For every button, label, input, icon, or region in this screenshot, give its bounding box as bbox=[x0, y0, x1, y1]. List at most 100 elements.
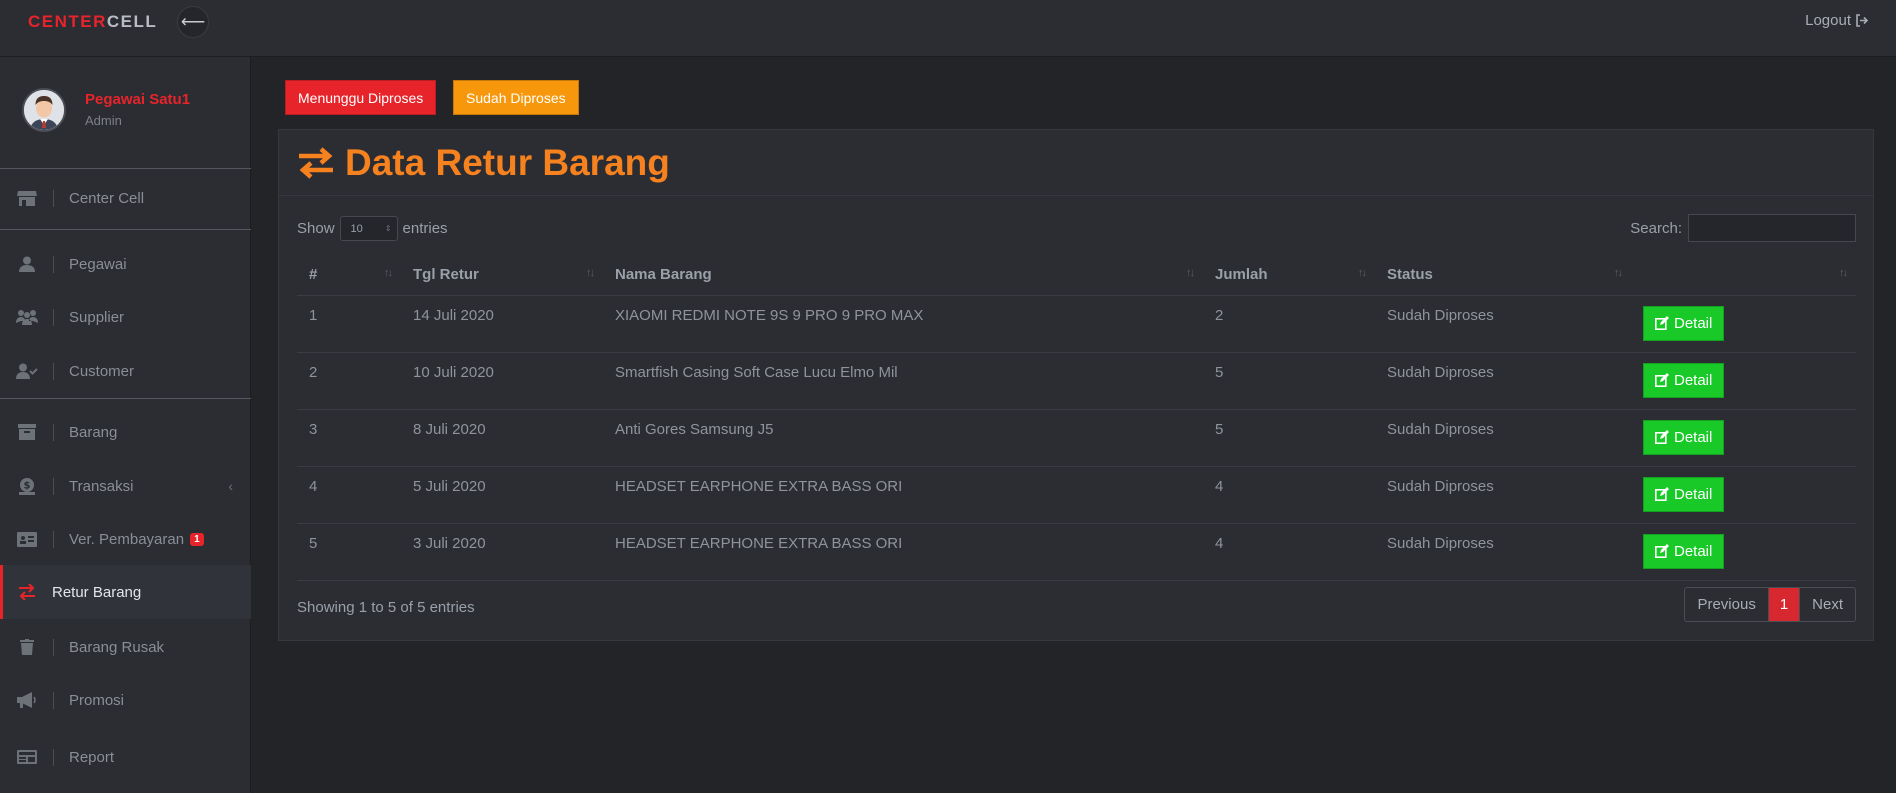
column-label: Jumlah bbox=[1215, 266, 1268, 284]
chevron-left-icon: ‹ bbox=[228, 478, 233, 494]
detail-label: Detail bbox=[1674, 314, 1713, 332]
filter-done-button[interactable]: Sudah Diproses bbox=[453, 80, 579, 115]
cell-date: 14 Juli 2020 bbox=[401, 295, 603, 353]
page-1-button[interactable]: 1 bbox=[1768, 588, 1800, 621]
detail-label: Detail bbox=[1674, 485, 1713, 503]
detail-button[interactable]: Detail bbox=[1643, 419, 1725, 455]
brand-part-center: CENTER bbox=[28, 12, 107, 31]
column-header-action[interactable]: ↑↓ bbox=[1631, 255, 1856, 296]
edit-icon bbox=[1655, 487, 1669, 501]
cell-action: Detail bbox=[1631, 295, 1856, 353]
page-title: Data Retur Barang bbox=[345, 141, 670, 183]
sidebar-item-barang[interactable]: Barang bbox=[0, 405, 251, 459]
sidebar-item-barang-rusak[interactable]: Barang Rusak bbox=[0, 620, 251, 674]
column-label: # bbox=[309, 266, 318, 284]
entries-label: entries bbox=[402, 220, 448, 237]
column-header-status[interactable]: Status ↑↓ bbox=[1375, 255, 1631, 296]
sidebar-item-center-cell[interactable]: Center Cell bbox=[0, 171, 251, 225]
cell-qty: 2 bbox=[1203, 295, 1375, 353]
column-label: Tgl Retur bbox=[413, 266, 479, 284]
svg-text:$: $ bbox=[24, 481, 31, 492]
previous-page-button[interactable]: Previous bbox=[1685, 588, 1769, 621]
sign-out-icon bbox=[1856, 14, 1869, 27]
megaphone-icon bbox=[15, 691, 39, 709]
cell-action: Detail bbox=[1631, 409, 1856, 467]
detail-button[interactable]: Detail bbox=[1643, 362, 1725, 398]
profile-name: Pegawai Satu1 bbox=[85, 91, 191, 108]
sort-icon: ↑↓ bbox=[1186, 267, 1195, 279]
sidebar-item-ver-pembayaran[interactable]: Ver. Pembayaran 1 bbox=[0, 512, 251, 566]
cell-date: 3 Juli 2020 bbox=[401, 523, 603, 581]
detail-button[interactable]: Detail bbox=[1643, 476, 1725, 512]
cell-date: 5 Juli 2020 bbox=[401, 466, 603, 524]
retur-card: Data Retur Barang Show 10 ⇕ entries Sear… bbox=[278, 129, 1874, 641]
user-profile: Pegawai Satu1 Admin bbox=[0, 57, 251, 169]
sidebar-item-label: Supplier bbox=[69, 308, 125, 326]
table-row: 2 10 Juli 2020 Smartfish Casing Soft Cas… bbox=[297, 352, 1856, 410]
sidebar-item-supplier[interactable]: Supplier bbox=[0, 290, 251, 344]
column-header-tgl-retur[interactable]: Tgl Retur ↑↓ bbox=[401, 255, 603, 296]
exchange-icon bbox=[299, 146, 333, 179]
archive-icon bbox=[15, 423, 39, 441]
sidebar-item-customer[interactable]: Customer bbox=[0, 344, 251, 398]
cell-no: 5 bbox=[297, 523, 401, 581]
id-card-icon bbox=[15, 530, 39, 548]
table-info: Showing 1 to 5 of 5 entries bbox=[297, 599, 475, 616]
sidebar-item-report[interactable]: Report bbox=[0, 730, 251, 784]
cell-action: Detail bbox=[1631, 466, 1856, 524]
sidebar: Pegawai Satu1 Admin Center Cell Pegawai … bbox=[0, 57, 251, 793]
sidebar-item-label: Report bbox=[69, 748, 115, 766]
cell-date: 10 Juli 2020 bbox=[401, 352, 603, 410]
sort-icon: ↑↓ bbox=[384, 267, 393, 279]
show-label: Show bbox=[297, 220, 335, 237]
sidebar-item-label: Barang bbox=[69, 423, 118, 441]
cell-name: XIAOMI REDMI NOTE 9S 9 PRO 9 PRO MAX bbox=[603, 295, 1203, 353]
detail-label: Detail bbox=[1674, 428, 1713, 446]
cell-name: HEADSET EARPHONE EXTRA BASS ORI bbox=[603, 466, 1203, 524]
store-icon bbox=[15, 189, 39, 207]
sort-icon: ↑↓ bbox=[586, 267, 595, 279]
logout-link[interactable]: Logout bbox=[1805, 12, 1869, 29]
sidebar-item-label: Barang Rusak bbox=[69, 638, 165, 656]
sidebar-item-retur-barang[interactable]: Retur Barang bbox=[0, 565, 251, 619]
column-header-nama-barang[interactable]: Nama Barang ↑↓ bbox=[603, 255, 1203, 296]
page-size-select[interactable]: 10 ⇕ bbox=[339, 216, 398, 241]
column-header-jumlah[interactable]: Jumlah ↑↓ bbox=[1203, 255, 1375, 296]
cell-status: Sudah Diproses bbox=[1375, 523, 1631, 581]
retur-table: # ↑↓ Tgl Retur ↑↓ Nama Barang ↑↓ Jumlah ↑↓ S… bbox=[297, 255, 1856, 581]
search-input[interactable] bbox=[1688, 214, 1856, 242]
profile-role: Admin bbox=[85, 113, 122, 128]
sidebar-toggle-button[interactable]: ⟵ bbox=[177, 6, 209, 38]
cell-status: Sudah Diproses bbox=[1375, 409, 1631, 467]
cell-status: Sudah Diproses bbox=[1375, 295, 1631, 353]
column-header-no[interactable]: # ↑↓ bbox=[297, 255, 401, 296]
arrow-left-icon: ⟵ bbox=[180, 12, 206, 31]
pagination: Previous 1 Next bbox=[1684, 587, 1856, 622]
edit-icon bbox=[1655, 544, 1669, 558]
cell-qty: 4 bbox=[1203, 466, 1375, 524]
table-row: 3 8 Juli 2020 Anti Gores Samsung J5 5 Su… bbox=[297, 409, 1856, 467]
cell-name: Anti Gores Samsung J5 bbox=[603, 409, 1203, 467]
sidebar-item-pegawai[interactable]: Pegawai bbox=[0, 237, 251, 291]
sidebar-item-promosi[interactable]: Promosi bbox=[0, 673, 251, 727]
money-icon: $ bbox=[15, 477, 39, 495]
sidebar-item-transaksi[interactable]: $ Transaksi ‹ bbox=[0, 459, 251, 513]
avatar bbox=[22, 88, 66, 132]
cell-qty: 5 bbox=[1203, 352, 1375, 410]
next-page-button[interactable]: Next bbox=[1799, 588, 1855, 621]
detail-button[interactable]: Detail bbox=[1643, 305, 1725, 341]
sidebar-item-label: Center Cell bbox=[69, 189, 145, 207]
cell-no: 3 bbox=[297, 409, 401, 467]
brand-logo[interactable]: CENTERCELL bbox=[28, 12, 157, 32]
detail-button[interactable]: Detail bbox=[1643, 533, 1725, 569]
edit-icon bbox=[1655, 430, 1669, 444]
detail-label: Detail bbox=[1674, 542, 1713, 560]
sort-icon: ↑↓ bbox=[1358, 267, 1367, 279]
notification-badge: 1 bbox=[190, 532, 204, 546]
cell-name: HEADSET EARPHONE EXTRA BASS ORI bbox=[603, 523, 1203, 581]
cell-no: 1 bbox=[297, 295, 401, 353]
user-check-icon bbox=[15, 362, 39, 380]
table-row: 1 14 Juli 2020 XIAOMI REDMI NOTE 9S 9 PR… bbox=[297, 295, 1856, 353]
edit-icon bbox=[1655, 316, 1669, 330]
filter-waiting-button[interactable]: Menunggu Diproses bbox=[285, 80, 437, 115]
